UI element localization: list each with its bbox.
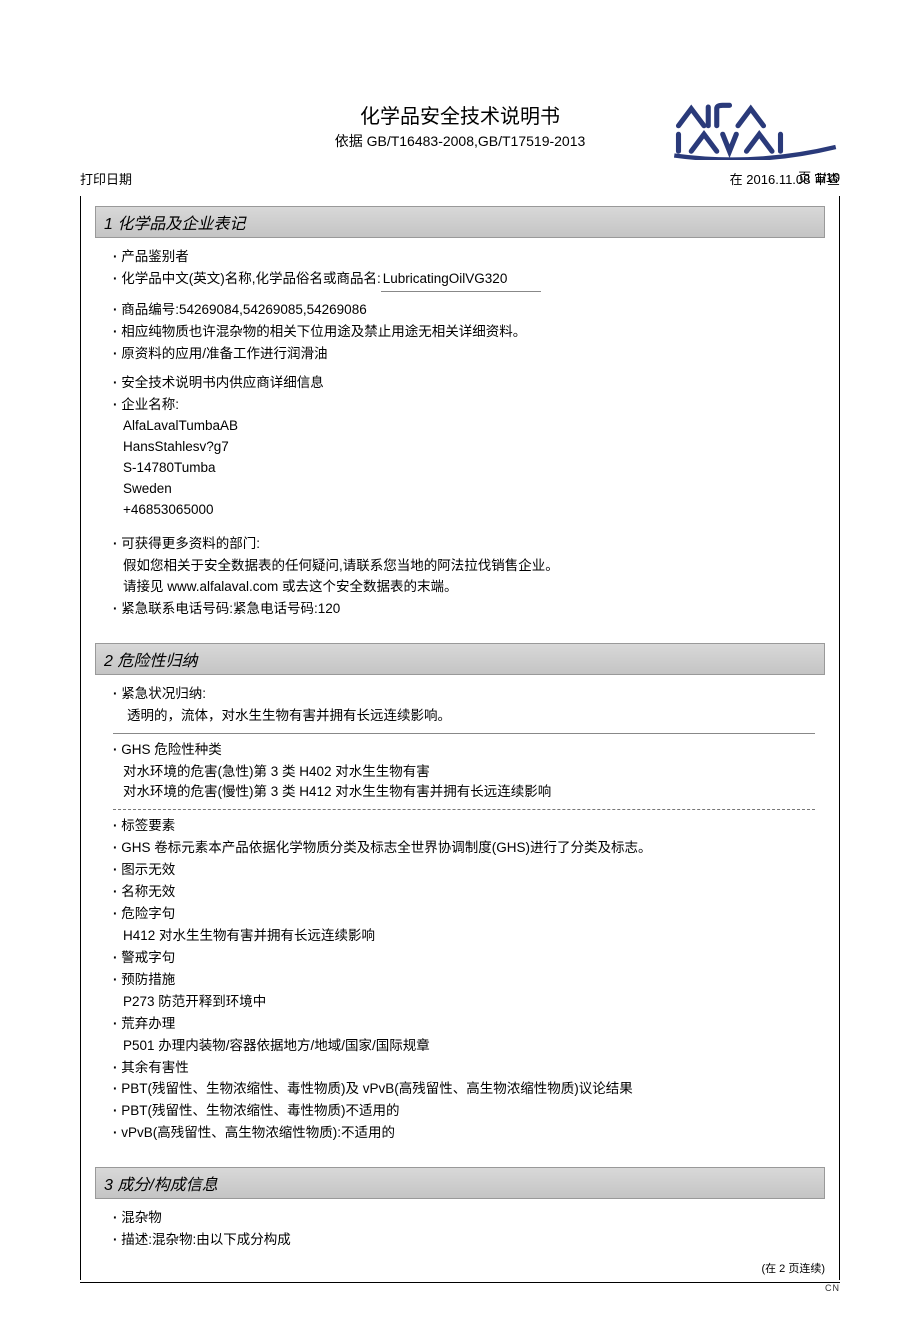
- continued-note: (在 2 页连续): [95, 1260, 825, 1276]
- description-text: 混杂物:由以下成分构成: [152, 1232, 291, 1247]
- description-label: 描述:: [121, 1232, 152, 1247]
- company-line-1: AlfaLavalTumbaAB: [123, 416, 815, 437]
- print-date-label: 打印日期: [80, 169, 132, 188]
- product-name-prefix: 化学品中文(英文)名称,化学品俗名或商品名:: [121, 271, 381, 286]
- emergency-value: 紧急电话号码:120: [233, 601, 340, 616]
- dept-line-1: 假如您相关于安全数据表的任何疑问,请联系您当地的阿法拉伐销售企业。: [123, 556, 815, 577]
- dept-line-2: 请接见 www.alfalaval.com 或去这个安全数据表的末端。: [123, 577, 815, 598]
- separator-solid: [113, 733, 815, 734]
- hazard-label: 危险字句: [113, 904, 815, 925]
- emergency-label: 紧急联系电话号码:: [121, 601, 233, 616]
- pbt-vpvb-results: PBT(残留性、生物浓缩性、毒性物质)及 vPvB(高残留性、高生物浓缩性物质)…: [113, 1079, 815, 1100]
- prevention-label: 预防措施: [113, 970, 815, 991]
- company-line-5: +46853065000: [123, 500, 815, 521]
- company-line-4: Sweden: [123, 479, 815, 500]
- emergency-overview-text: 透明的，流体，对水生生物有害并拥有长远连续影响。: [127, 706, 815, 727]
- section-1-heading: 1 化学品及企业表记: [95, 206, 825, 238]
- footer-cn: CN: [80, 1283, 840, 1293]
- disposal-label: 荒弃办理: [113, 1014, 815, 1035]
- article-number-row: 商品编号:54269084,54269085,54269086: [113, 300, 815, 321]
- alfa-laval-logo: 页 1/10: [670, 100, 840, 186]
- precaution-label: 警戒字句: [113, 948, 815, 969]
- ghs-label-elements: GHS 卷标元素本产品依据化学物质分类及标志全世界协调制度(GHS)进行了分类及…: [113, 838, 815, 859]
- material-line: 原资料的应用/准备工作进行润滑油: [113, 344, 815, 365]
- ghs-line-1: 对水环境的危害(急性)第 3 类 H402 对水生生物有害: [123, 762, 815, 783]
- p273-line: P273 防范开释到环境中: [123, 992, 815, 1013]
- company-line-3: S-14780Tumba: [123, 458, 815, 479]
- section-3-heading: 3 成分/构成信息: [95, 1167, 825, 1199]
- mixture-label: 混杂物: [113, 1208, 815, 1229]
- vpvb-na: vPvB(高残留性、高生物浓缩性物质):不适用的: [113, 1123, 815, 1144]
- content-frame: 1 化学品及企业表记 产品鉴别者 化学品中文(英文)名称,化学品俗名或商品名:L…: [80, 196, 840, 1280]
- section-2: 2 危险性归纳 紧急状况归纳: 透明的，流体，对水生生物有害并拥有长远连续影响。…: [95, 643, 825, 1149]
- p501-line: P501 办理内装物/容器依据地方/地域/国家/国际规章: [123, 1036, 815, 1057]
- company-address-block: AlfaLavalTumbaAB HansStahlesv?g7 S-14780…: [123, 416, 815, 521]
- company-label: 企业名称:: [113, 395, 815, 416]
- use-line: 相应纯物质也许混杂物的相关下位用途及禁止用途无相关详细资料。: [113, 322, 815, 343]
- article-number-value: 54269084,54269085,54269086: [179, 302, 367, 317]
- signal-line: 名称无效: [113, 882, 815, 903]
- description-row: 描述:混杂物:由以下成分构成: [113, 1230, 815, 1251]
- product-identifier-label: 产品鉴别者: [113, 247, 815, 268]
- dept-label: 可获得更多资料的部门:: [113, 534, 815, 555]
- pbt-na: PBT(残留性、生物浓缩性、毒性物质)不适用的: [113, 1101, 815, 1122]
- label-elements: 标签要素: [113, 816, 815, 837]
- emergency-overview-label: 紧急状况归纳:: [113, 684, 815, 705]
- page-header: 页 1/10 化学品安全技术说明书 依据 GB/T16483-2008,GB/T…: [80, 100, 840, 151]
- section-1: 1 化学品及企业表记 产品鉴别者 化学品中文(英文)名称,化学品俗名或商品名:L…: [95, 206, 825, 625]
- company-line-2: HansStahlesv?g7: [123, 437, 815, 458]
- article-number-label: 商品编号:: [121, 302, 179, 317]
- other-hazards: 其余有害性: [113, 1058, 815, 1079]
- h412-line: H412 对水生生物有害并拥有长远连续影响: [123, 926, 815, 947]
- separator-dashed: [113, 809, 815, 810]
- product-name-row: 化学品中文(英文)名称,化学品俗名或商品名:LubricatingOilVG32…: [113, 269, 815, 292]
- section-2-heading: 2 危险性归纳: [95, 643, 825, 675]
- page-number: 页 1/10: [670, 167, 840, 186]
- emergency-row: 紧急联系电话号码:紧急电话号码:120: [113, 599, 815, 620]
- pictogram-line: 图示无效: [113, 860, 815, 881]
- ghs-class-label: GHS 危险性种类: [113, 740, 815, 761]
- ghs-line-2: 对水环境的危害(慢性)第 3 类 H412 对水生生物有害并拥有长远连续影响: [123, 782, 815, 803]
- section-3: 3 成分/构成信息 混杂物 描述:混杂物:由以下成分构成: [95, 1167, 825, 1256]
- product-name-value: LubricatingOilVG320: [381, 269, 541, 292]
- supplier-heading: 安全技术说明书内供应商详细信息: [113, 373, 815, 394]
